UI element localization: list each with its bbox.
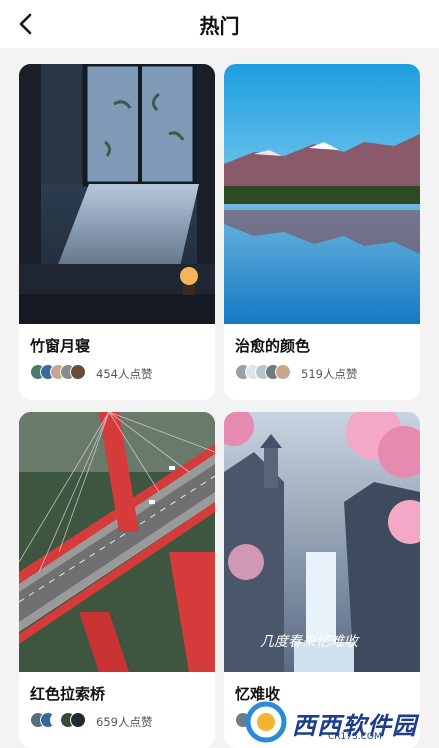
avatar [70,712,86,728]
card-image-2 [224,64,420,324]
like-count: 519人点赞 [301,367,358,381]
card-title: 竹窗月寝 [30,337,91,355]
liker-avatars [30,712,90,728]
like-count: 659人点赞 [96,715,153,729]
liker-avatars [235,364,295,380]
post-card-3[interactable]: 红色拉索桥 659人点赞 [19,412,215,748]
top-bar: 热门 [0,0,439,48]
page-title: 热门 [199,14,240,38]
post-card-2[interactable]: 治愈的颜色 519人点赞 [224,64,420,400]
overlay-text: 几度春来忆难收 [260,634,358,650]
avatar [70,364,86,380]
watermark-logo-icon [245,701,287,743]
like-count: 454人点赞 [96,367,153,381]
watermark-domain: CR173.COM [328,732,382,742]
card-image-3 [19,412,215,672]
avatar [275,364,291,380]
post-card-1[interactable]: 竹窗月寝 454人点赞 [19,64,215,400]
card-title: 红色拉索桥 [30,685,106,703]
card-image-1 [19,64,215,324]
liker-avatars [30,364,90,380]
card-title: 治愈的颜色 [235,337,311,355]
post-card-4[interactable]: 几度春来忆难收 忆难收 [224,412,420,748]
watermark: 西西软件园 CR173.COM [244,700,434,744]
